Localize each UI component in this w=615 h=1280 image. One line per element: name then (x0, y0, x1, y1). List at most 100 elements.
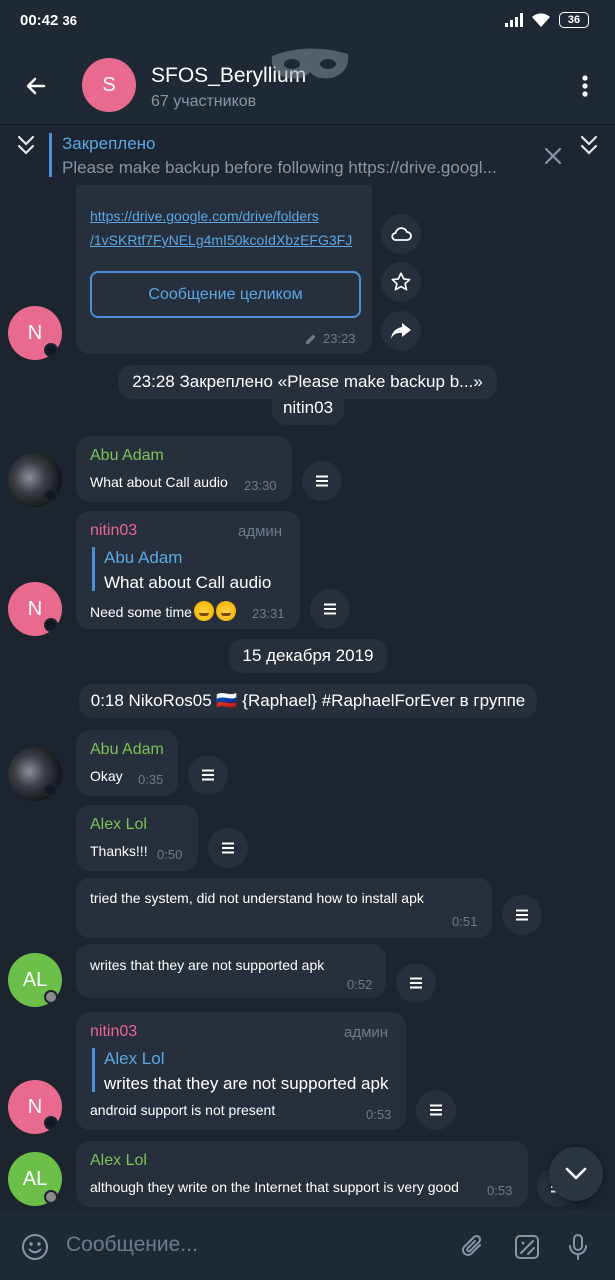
message-time: 23:31 (252, 606, 285, 621)
reply-sender[interactable]: Alex Lol (104, 1049, 164, 1069)
message-time: 23:30 (244, 478, 277, 493)
message-text: tried the system, did not understand how… (90, 890, 424, 906)
message-actions-button[interactable] (502, 895, 542, 935)
status-dot (44, 343, 58, 357)
message-text: Okay (90, 768, 123, 784)
emoji-button[interactable] (20, 1232, 50, 1262)
forward-button[interactable] (381, 311, 421, 351)
smiley-icon (22, 1234, 48, 1260)
message-bubble[interactable]: nitin03 админ Abu Adam What about Call a… (76, 511, 300, 629)
microphone-button[interactable] (563, 1232, 593, 1262)
message-bubble[interactable]: Abu Adam Okay 0:35 (76, 730, 178, 796)
message-bubble[interactable]: Abu Adam What about Call audio 23:30 (76, 436, 292, 502)
favorite-button[interactable] (381, 262, 421, 302)
message-time: 0:51 (452, 914, 478, 929)
message-bubble[interactable]: writes that they are not supported apk 0… (76, 944, 386, 998)
message-bubble[interactable]: nitin03 админ Alex Lol writes that they … (76, 1012, 406, 1130)
message-sender[interactable]: nitin03 (90, 522, 137, 540)
menu-lines-icon (324, 603, 336, 615)
avatar-letter: N (27, 597, 43, 620)
message-time: 0:52 (347, 977, 373, 992)
message-text: Need some time (90, 601, 236, 621)
sticker-button[interactable] (512, 1232, 542, 1262)
attach-button[interactable] (458, 1232, 488, 1262)
chevron-double-down-icon[interactable] (579, 133, 599, 157)
message-input-bar (0, 1210, 615, 1280)
chevron-down-icon (565, 1167, 587, 1180)
pinned-message-bar[interactable]: Закреплено Please make backup before fol… (0, 124, 615, 184)
message-sender[interactable]: Alex Lol (90, 1152, 147, 1170)
member-count: 67 участников (151, 93, 257, 110)
message-sender[interactable]: Alex Lol (90, 816, 147, 834)
message-time: 0:53 (487, 1183, 513, 1198)
group-avatar[interactable]: S (82, 58, 136, 112)
full-message-button[interactable]: Сообщение целиком (90, 271, 361, 318)
message-sender[interactable]: Abu Adam (90, 447, 164, 465)
sticker-icon (515, 1235, 539, 1259)
message-time: 0:35 (138, 772, 164, 787)
message-time: 23:23 (323, 331, 356, 346)
sweat-smile-emoji (193, 601, 214, 621)
message-actions-button[interactable] (396, 963, 436, 1003)
menu-lines-icon (430, 1104, 442, 1116)
chevron-double-down-icon[interactable] (16, 133, 36, 157)
message-sender[interactable]: nitin03 (90, 1023, 137, 1041)
message-actions-button[interactable] (310, 589, 350, 629)
message-bubble[interactable]: Alex Lol although they write on the Inte… (76, 1141, 528, 1207)
message-time: 0:53 (366, 1107, 392, 1122)
menu-lines-icon (410, 977, 422, 989)
message-text: What about Call audio (90, 474, 228, 490)
status-dot (44, 990, 58, 1004)
message-input[interactable] (66, 1230, 426, 1260)
message-sender[interactable]: Abu Adam (90, 741, 164, 759)
menu-lines-icon (516, 909, 528, 921)
admin-badge: админ (344, 1024, 389, 1041)
reply-accent-line (92, 547, 95, 591)
message-link[interactable]: /1vSKRtf7FyNELg4mI50kcoIdXbzEFG3FJ (90, 232, 352, 248)
message-time: 0:50 (157, 847, 183, 862)
menu-lines-icon (316, 475, 328, 487)
message-bubble[interactable]: tried the system, did not understand how… (76, 878, 492, 938)
message-actions-button[interactable] (208, 828, 248, 868)
sweat-smile-emoji (215, 601, 236, 621)
service-message: nitin03 (272, 391, 344, 425)
paperclip-icon (462, 1234, 482, 1256)
back-button[interactable] (18, 68, 54, 104)
message-actions-button[interactable] (188, 755, 228, 795)
more-menu-button[interactable] (573, 70, 597, 102)
scroll-to-bottom-button[interactable] (549, 1147, 603, 1201)
more-vertical-icon (582, 75, 588, 97)
reply-sender[interactable]: Abu Adam (104, 548, 182, 568)
avatar-letter: AL (22, 1167, 48, 1190)
message-actions-button[interactable] (416, 1090, 456, 1130)
microphone-icon (569, 1234, 587, 1260)
message-bubble[interactable]: https://drive.google.com/drive/folders /… (76, 185, 372, 354)
cloud-button[interactable] (381, 214, 421, 254)
message-link[interactable]: https://drive.google.com/drive/folders (90, 208, 319, 224)
status-dot (44, 618, 58, 632)
message-bubble[interactable]: Alex Lol Thanks!!! 0:50 (76, 805, 198, 871)
message-list[interactable]: https://drive.google.com/drive/folders /… (0, 185, 615, 1210)
reply-text[interactable]: writes that they are not supported apk (104, 1074, 388, 1094)
star-icon (391, 272, 411, 291)
arrow-left-icon (26, 77, 46, 95)
pinned-title: Закреплено (62, 134, 156, 153)
service-text: nitin03 (282, 398, 334, 417)
reply-accent-line (92, 1048, 95, 1092)
wifi-icon (532, 13, 550, 27)
message-text: Thanks!!! (90, 843, 148, 859)
chat-header: S SFOS_Beryllium 67 участников (0, 44, 615, 124)
message-text-content: Need some time (90, 604, 192, 620)
close-icon[interactable] (542, 145, 564, 167)
group-avatar-letter: S (102, 73, 116, 96)
status-dot (44, 1190, 58, 1204)
service-text: 23:28 Закреплено «Please make backup b..… (132, 372, 483, 391)
avatar-letter: N (27, 321, 43, 344)
admin-badge: админ (238, 523, 283, 540)
message-actions-button[interactable] (302, 461, 342, 501)
mask-icon (271, 48, 349, 79)
battery-icon: 36 (559, 12, 589, 28)
service-message: 0:18 NikoRos05 🇷🇺 {Raphael} #RaphaelForE… (79, 684, 537, 718)
status-dot (44, 1116, 58, 1130)
reply-text[interactable]: What about Call audio (104, 573, 271, 593)
